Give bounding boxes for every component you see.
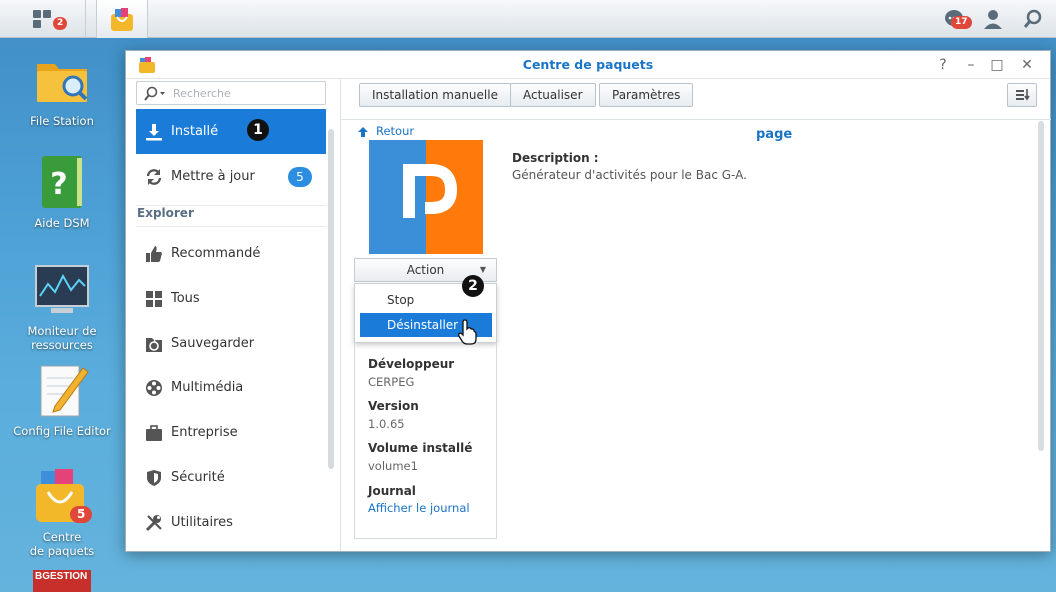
sidebar-item-label: Installé <box>171 124 219 139</box>
thumbs-up-icon <box>144 244 164 264</box>
folder-icon <box>33 52 91 110</box>
package-info: Développeur CERPEG Version 1.0.65 Volume… <box>354 343 497 539</box>
sidebar-item-security[interactable]: Sécurité <box>136 455 326 500</box>
help-book-icon: ? <box>33 154 91 212</box>
step-marker-2: 2 <box>462 275 484 297</box>
sidebar-item-label: Tous <box>171 291 200 306</box>
section-heading-explore: Explorer <box>137 206 194 220</box>
desktop-icon-label: Config File Editor <box>13 424 111 438</box>
search-icon <box>144 86 165 101</box>
action-label: Action <box>406 263 445 277</box>
sidebar-item-label: Recommandé <box>171 246 261 261</box>
desktop-icon-help[interactable]: ? Aide DSM <box>0 154 124 230</box>
info-label-log: Journal <box>368 484 416 498</box>
grid-icon <box>144 289 164 309</box>
info-label-volume: Volume installé <box>368 441 473 455</box>
refresh-icon <box>144 167 164 187</box>
back-link[interactable]: Retour <box>376 124 414 138</box>
view-log-link[interactable]: Afficher le journal <box>368 501 470 515</box>
sidebar-item-all[interactable]: Tous <box>136 276 326 321</box>
hand-cursor-icon <box>458 319 477 345</box>
sidebar-item-enterprise[interactable]: Entreprise <box>136 410 326 455</box>
desktop-icon-label: File Station <box>30 114 94 128</box>
bgestion-label: BGESTION <box>35 571 88 582</box>
sidebar-item-update[interactable]: Mettre à jour 5 <box>136 154 326 199</box>
desktop-icon-resource-monitor[interactable]: Moniteur de ressources <box>0 262 124 352</box>
info-label-developer: Développeur <box>368 357 455 371</box>
sidebar-item-recommended[interactable]: Recommandé <box>136 231 326 276</box>
desktop-icon-label: Aide DSM <box>34 216 90 230</box>
info-label-version: Version <box>368 399 419 413</box>
search-button[interactable] <box>1016 0 1050 38</box>
step-marker-1: 1 <box>247 119 269 141</box>
search-input[interactable]: Recherche <box>136 81 326 105</box>
info-value-version: 1.0.65 <box>368 417 405 431</box>
film-reel-icon <box>144 378 164 398</box>
refresh-button[interactable]: Actualiser <box>510 83 596 107</box>
tools-icon <box>144 513 164 533</box>
window-title: Centre de paquets <box>522 57 654 72</box>
desktop-icon-package-center[interactable]: 5 Centre de paquets <box>0 468 124 558</box>
sidebar-item-multimedia[interactable]: Multimédia <box>136 365 326 410</box>
desktop-icon-label: Moniteur de ressources <box>27 324 97 352</box>
manual-install-button[interactable]: Installation manuelle <box>359 83 511 107</box>
close-button[interactable]: ✕ <box>1016 55 1038 75</box>
package-center-badge: 5 <box>70 506 93 523</box>
svg-text:?: ? <box>50 167 67 202</box>
package-logo <box>369 140 483 254</box>
settings-button[interactable]: Paramètres <box>599 83 694 107</box>
briefcase-icon <box>144 423 164 443</box>
sidebar-item-label: Mettre à jour <box>171 169 255 184</box>
shopping-bag-icon: 5 <box>33 468 93 526</box>
desktop-icon-config-editor[interactable]: Config File Editor <box>0 362 124 438</box>
monitor-chart-icon <box>33 262 91 320</box>
help-button[interactable]: ? <box>932 55 954 75</box>
sidebar: Recherche Installé Mettre à jour 5 Explo… <box>126 79 338 551</box>
sidebar-item-label: Sécurité <box>171 470 225 485</box>
info-value-volume: volume1 <box>368 459 418 473</box>
shield-icon <box>144 468 164 488</box>
divider <box>136 226 326 227</box>
taskbar-package-center[interactable] <box>96 0 148 38</box>
search-icon <box>1023 9 1042 28</box>
main-scrollbar[interactable] <box>1038 121 1044 451</box>
desktop-icon-file-station[interactable]: File Station <box>0 52 124 128</box>
description-label: Description : <box>512 151 599 165</box>
main-menu-button[interactable]: 2 <box>0 0 86 38</box>
main-menu-badge: 2 <box>53 17 68 30</box>
minimize-button[interactable]: – <box>960 55 982 75</box>
info-value-developer: CERPEG <box>368 375 415 389</box>
desktop-icon-bgestion[interactable]: BGESTION <box>33 570 91 592</box>
package-title: page <box>756 127 793 142</box>
back-arrow-icon <box>358 127 368 137</box>
notifications-badge: 17 <box>951 16 972 29</box>
notifications-button[interactable]: 17 <box>938 0 972 38</box>
main-menu-icon <box>32 10 51 28</box>
sidebar-scrollbar[interactable] <box>328 129 334 469</box>
sidebar-item-label: Multimédia <box>171 380 244 395</box>
main-panel: Installation manuelle Actualiser Paramèt… <box>340 79 1051 551</box>
sort-button[interactable] <box>1007 83 1037 107</box>
backup-icon <box>144 334 164 354</box>
package-detail: Retour page Description : Générateur d'a… <box>341 119 1051 551</box>
sidebar-item-utilities[interactable]: Utilitaires <box>136 500 326 545</box>
desktop-icon-label: Centre de paquets <box>29 530 95 558</box>
description-text: Générateur d'activités pour le Bac G-A. <box>512 168 747 182</box>
maximize-button[interactable]: □ <box>986 55 1008 75</box>
window-titlebar[interactable]: Centre de paquets ? – □ ✕ <box>126 51 1050 79</box>
sort-icon <box>1016 89 1030 101</box>
sidebar-item-label: Sauvegarder <box>171 336 255 351</box>
user-icon <box>984 10 1002 29</box>
taskbar: 2 17 <box>0 0 1056 38</box>
search-placeholder: Recherche <box>173 87 231 100</box>
notepad-pencil-icon <box>33 362 91 420</box>
sidebar-item-backup[interactable]: Sauvegarder <box>136 321 326 366</box>
sidebar-item-label: Entreprise <box>171 425 238 440</box>
user-button[interactable] <box>976 0 1010 38</box>
sidebar-item-installed[interactable]: Installé <box>136 109 326 154</box>
sidebar-item-label: Utilitaires <box>171 515 233 530</box>
update-count-badge: 5 <box>288 167 312 187</box>
shopping-bag-icon <box>111 8 133 31</box>
download-icon <box>144 122 164 142</box>
